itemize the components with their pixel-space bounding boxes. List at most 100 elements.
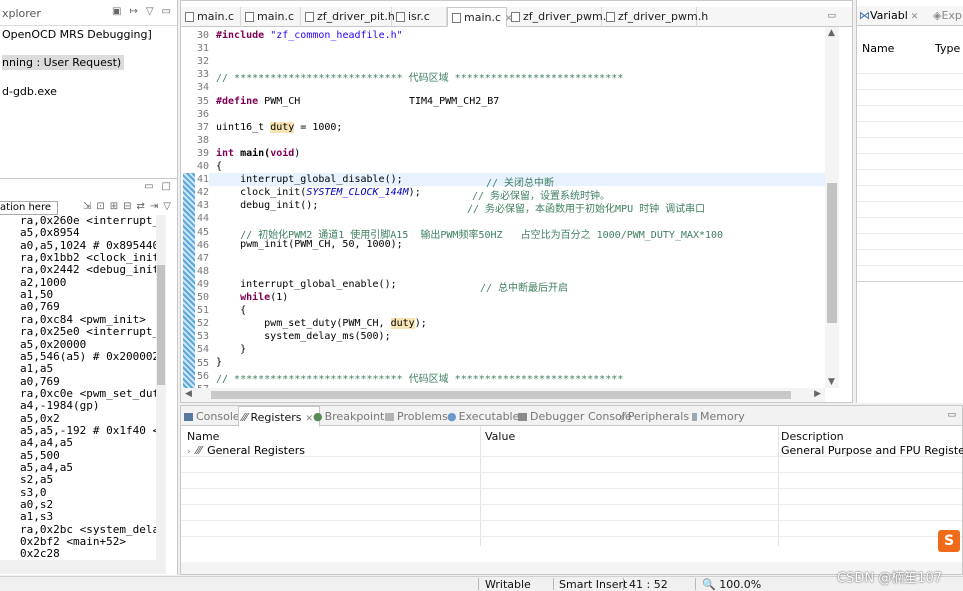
macro-name: PWM_CH	[258, 96, 301, 107]
disassembly-hscrollbar[interactable]	[0, 560, 166, 574]
minimize-icon[interactable]: ▭	[827, 11, 836, 21]
collapse-icon[interactable]: ▣	[112, 6, 121, 17]
line-number: 36	[196, 108, 209, 120]
memory-icon	[692, 413, 697, 421]
disassembly-tabbar: ▭ □	[0, 179, 177, 199]
source-link-icon[interactable]: ⊞	[110, 201, 118, 212]
c-file-icon	[396, 12, 405, 22]
editor-tab-active[interactable]: main.c ✕	[447, 7, 513, 27]
debug-launch-item[interactable]: OpenOCD MRS Debugging]	[2, 28, 152, 41]
line-number: 50	[196, 292, 209, 303]
scroll-thumb[interactable]	[827, 183, 837, 323]
bottom-panel: Console ⁄⁄⁄ Registers ✕ ● Breakpoints Probl…	[180, 405, 963, 575]
minimize-icon[interactable]: ▭	[162, 6, 171, 17]
view-menu-icon[interactable]: ▽	[163, 201, 171, 212]
variable-row	[857, 106, 963, 122]
column-name-header[interactable]: Name	[862, 42, 894, 55]
table-row	[181, 458, 962, 473]
tab-problems[interactable]: Problems	[385, 410, 448, 423]
tab-label: main.c	[464, 11, 502, 24]
tab-label: Debugger Console	[530, 410, 632, 423]
scroll-up-icon[interactable]: ▲	[828, 28, 835, 38]
maximize-icon[interactable]: □	[162, 181, 171, 192]
ime-logo-icon: S	[938, 530, 960, 552]
close-tab-icon[interactable]: ✕	[306, 414, 314, 424]
disassembly-line: a5,0x8954	[20, 226, 80, 240]
register-group-name: General Registers	[207, 444, 305, 457]
disassembly-line: a4,a4,a5	[20, 436, 73, 450]
statement: interrupt_global_enable();	[216, 279, 397, 290]
tab-console[interactable]: Console	[184, 410, 240, 423]
editor-tab[interactable]: main.c	[241, 7, 301, 27]
tab-label: zf_driver_pwm.h	[618, 10, 709, 23]
close-tab-icon[interactable]: ✕	[911, 12, 919, 22]
editor-vscrollbar[interactable]: ▲ ▼	[825, 27, 839, 388]
macro-value: TIM4_PWM_CH2_B7	[409, 96, 500, 107]
line-number: 54	[196, 344, 209, 356]
tab-variables[interactable]: ⋈Variabl ✕	[859, 9, 918, 22]
editor-tab[interactable]: zf_driver_pit.h	[301, 7, 395, 27]
scroll-right-icon[interactable]: ▶	[814, 389, 821, 399]
expand-chevron-icon[interactable]: ›	[187, 447, 191, 457]
debug-process-item[interactable]: d-gdb.exe	[2, 85, 57, 98]
editor-tabbar: main.c main.c zf_driver_pit.h isr.c main…	[181, 7, 852, 27]
tab-peripherals[interactable]: ⁄⁄ Peripherals	[621, 410, 689, 423]
scroll-thumb[interactable]	[157, 265, 165, 385]
disassembly-line: a4,-1984(gp)	[20, 399, 100, 413]
tab-label: Console	[196, 410, 240, 423]
column-type-header[interactable]: Type	[935, 42, 960, 55]
disassembly-line: a0,769	[20, 300, 60, 314]
link-icon[interactable]: ↦	[129, 6, 137, 17]
editor-tab[interactable]: main.c	[181, 7, 241, 27]
code-line-39: int main(void)	[216, 148, 300, 159]
tab-expressions[interactable]: ◈Expre	[933, 9, 963, 22]
minimize-icon[interactable]: ▭	[947, 410, 956, 420]
export-icon[interactable]: ⇥	[150, 201, 158, 212]
scroll-left-icon[interactable]: ◀	[185, 389, 192, 399]
debug-view-toolbar: ▣ ↦ ▽ ▭	[112, 6, 171, 17]
sync-icon[interactable]: ⊟	[123, 201, 131, 212]
refresh-icon[interactable]: ⇄	[137, 201, 145, 212]
editor-hscrollbar[interactable]: ◀ ▶	[181, 388, 825, 402]
goto-pc-icon[interactable]: ⇲	[83, 201, 91, 212]
initializer: = 1000;	[294, 122, 343, 133]
location-select[interactable]: ation here	[0, 201, 58, 215]
editor-tab[interactable]: isr.c	[392, 7, 447, 27]
scroll-thumb[interactable]	[211, 391, 791, 399]
tab-debugger-console[interactable]: Debugger Console	[518, 410, 632, 423]
statement-end: );	[408, 187, 421, 198]
minimize-icon[interactable]: ▭	[144, 181, 153, 192]
console-icon	[184, 413, 193, 421]
scroll-down-icon[interactable]: ▼	[828, 377, 835, 387]
editor-tab[interactable]: zf_driver_pwm.c	[507, 7, 612, 27]
tab-label: Expre	[941, 9, 963, 22]
debug-view-title[interactable]: xplorer	[2, 7, 41, 20]
c-file-icon	[511, 12, 520, 22]
duty-variable[interactable]: duty	[390, 318, 415, 329]
c-file-icon	[452, 13, 461, 23]
debug-thread-label: nning : User Request)	[2, 55, 125, 70]
tab-executables[interactable]: ● Executables	[447, 410, 525, 423]
editor-tab[interactable]: zf_driver_pwm.h	[602, 7, 708, 27]
view-menu-icon[interactable]: ▽	[146, 6, 154, 17]
variable-row	[857, 218, 963, 234]
table-row	[181, 490, 962, 505]
status-divider	[553, 578, 554, 590]
tab-label: Peripherals	[627, 410, 690, 423]
debug-thread-item[interactable]: nning : User Request)	[2, 55, 125, 70]
zoom-value: 100.0%	[719, 578, 762, 591]
tab-breakpoints[interactable]: ● Breakpoints	[313, 410, 390, 423]
disassembly-vscrollbar[interactable]	[156, 215, 166, 560]
line-number: 52	[196, 318, 209, 330]
tab-label: main.c	[197, 10, 235, 23]
duty-variable[interactable]: duty	[270, 122, 295, 133]
line-number: 56	[196, 370, 209, 382]
tab-registers[interactable]: ⁄⁄⁄ Registers ✕	[238, 406, 321, 427]
lock-icon[interactable]: ⊡	[96, 201, 104, 212]
disassembly-listing[interactable]: ra,0x260e <interrupt_ a5,0x8954 a0,a5,1024…	[0, 215, 156, 560]
comment: // 总中断最后开启	[480, 283, 569, 294]
tab-memory[interactable]: Memory	[692, 410, 745, 423]
status-insert-mode: Smart Insert	[559, 578, 628, 591]
code-area[interactable]: 30 31 32 33 34 35 36 37 38 39 40 41 42 43 44 45 46 47 48 49…	[181, 27, 825, 388]
